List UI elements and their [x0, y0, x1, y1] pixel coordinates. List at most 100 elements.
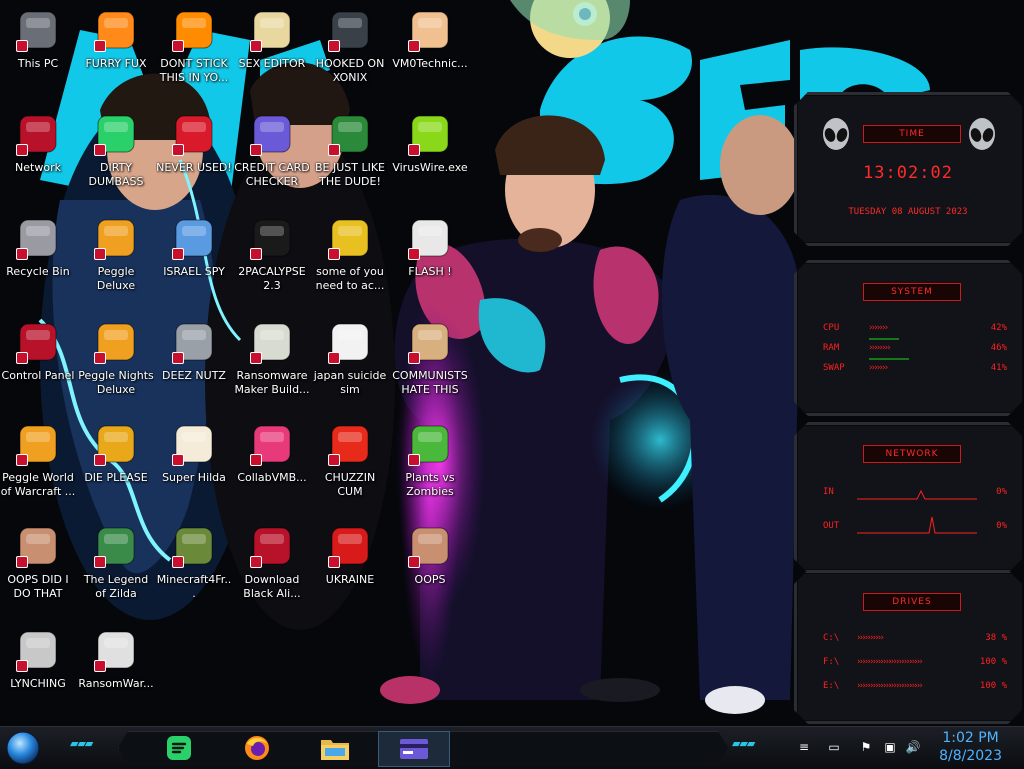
desktop-icon[interactable]: BE JUST LIKE THE DUDE! — [312, 110, 388, 189]
desktop-icon[interactable]: DIE PLEASE — [78, 420, 154, 485]
desktop-icon-label: Minecraft4Fr... — [156, 573, 232, 600]
desktop-icon[interactable]: UKRAINE — [312, 522, 388, 587]
desktop-icon[interactable]: DONT STICK THIS IN YO... — [156, 6, 232, 85]
shortcut-badge-icon — [250, 556, 262, 568]
desktop-icon[interactable]: japan suicide sim — [312, 318, 388, 397]
net-out-label: OUT — [823, 521, 840, 531]
desktop-icon[interactable]: FLASH ! — [392, 214, 468, 279]
shortcut-badge-icon — [408, 352, 420, 364]
desktop-icon-label: This PC — [17, 57, 59, 70]
desktop-icon[interactable]: 2PACALYPSE 2.3 — [234, 214, 310, 293]
shortcut-badge-icon — [250, 144, 262, 156]
desktop-icon[interactable]: Super Hilda — [156, 420, 232, 485]
die-icon — [92, 420, 140, 468]
shortcut-badge-icon — [16, 144, 28, 156]
desktop-icon[interactable]: The Legend of Zilda — [78, 522, 154, 601]
rope-icon — [14, 626, 62, 674]
desktop-icon[interactable]: VirusWire.exe — [392, 110, 468, 175]
desktop-icon-label: UKRAINE — [325, 573, 375, 586]
shortcut-badge-icon — [94, 660, 106, 672]
shortcut-badge-icon — [250, 248, 262, 260]
shortcut-badge-icon — [172, 40, 184, 52]
desktop-icon[interactable]: FURRY FUX — [78, 6, 154, 71]
tray-show-hidden-icons[interactable]: ≡ — [796, 740, 812, 756]
desktop-icon[interactable]: NEVER USED! — [156, 110, 232, 175]
desktop-icon[interactable]: CollabVMB... — [234, 420, 310, 485]
santa-icon — [326, 110, 374, 158]
shortcut-badge-icon — [172, 556, 184, 568]
network-title: NETWORK — [863, 445, 961, 463]
desktop-icon[interactable]: COMMUNISTS HATE THIS G... — [392, 318, 468, 397]
desktop-icon[interactable]: LYNCHING — [0, 626, 76, 691]
desktop-icon-label: Network — [15, 161, 61, 174]
desktop-icon-label: Peggle Nights Deluxe — [78, 369, 154, 396]
tray-keyboard-icon[interactable]: ▭ — [826, 740, 842, 756]
desktop-icon[interactable]: SEX EDITOR — [234, 6, 310, 71]
desktop-icon[interactable]: OOPS — [392, 522, 468, 587]
spy-icon — [170, 214, 218, 262]
desktop-icon[interactable]: Download Black Ali... — [234, 522, 310, 601]
desktop-icon-label: Recycle Bin — [6, 265, 70, 278]
desktop-icon[interactable]: This PC — [0, 6, 76, 71]
desktop-icon[interactable]: HOOKED ON XONIX — [312, 6, 388, 85]
desktop-icon[interactable]: Recycle Bin — [0, 214, 76, 279]
desktop-icon[interactable]: OOPS DID I DO THAT — [0, 522, 76, 601]
chuzzle-icon — [326, 420, 374, 468]
tray-flag-icon[interactable]: ⚑ — [858, 740, 874, 756]
desktop-icon[interactable]: VM0Technic... — [392, 6, 468, 71]
desktop-icon-label: japan suicide sim — [313, 369, 387, 396]
credit-card-checker-taskbar-icon — [400, 739, 428, 759]
tray-network-icon[interactable]: ▣ — [882, 740, 898, 756]
taskbar-clock[interactable]: 1:02 PM 8/8/2023 — [939, 729, 1002, 765]
desktop-icon[interactable]: Minecraft4Fr... — [156, 522, 232, 601]
shortcut-badge-icon — [408, 556, 420, 568]
shortcut-badge-icon — [94, 144, 106, 156]
tray-volume-icon[interactable]: 🔊 — [905, 740, 921, 756]
taskbar-decoration-right: ▰▰▰ — [732, 737, 755, 750]
collabvm-icon — [248, 420, 296, 468]
taskbar-credit-card-checker-button[interactable] — [378, 731, 450, 767]
shortcut-badge-icon — [172, 454, 184, 466]
desktop-icon[interactable]: Peggle World of Warcraft ... — [0, 420, 76, 499]
desktop-icon[interactable]: some of you need to ac... — [312, 214, 388, 293]
system-title: SYSTEM — [863, 283, 961, 301]
time-panel: TIME 13:02:02 TUESDAY 08 AUGUST 2023 — [794, 92, 1024, 246]
desktop-icon[interactable]: CREDIT CARD CHECKER — [234, 110, 310, 189]
taskbar-file-explorer-button[interactable] — [318, 731, 352, 765]
taskbar-spotify-like-button[interactable] — [162, 731, 196, 765]
desktop-icon[interactable]: ISRAEL SPY — [156, 214, 232, 279]
desktop-icon[interactable]: Plants vs Zombies — [392, 420, 468, 499]
desktop-icon[interactable]: Ransomware Maker Build... — [234, 318, 310, 397]
drives-panel: DRIVES C:\ ›››››››››› 38 % F:\ ›››››››››››››… — [794, 570, 1024, 724]
recycle-bin-icon — [14, 214, 62, 262]
desktop-icon[interactable]: CHUZZIN CUM — [312, 420, 388, 499]
desktop-icon-label: ISRAEL SPY — [163, 265, 225, 278]
start-orb-icon — [6, 731, 40, 765]
shortcut-badge-icon — [328, 144, 340, 156]
money-bag-icon — [406, 318, 454, 366]
control-panel-icon — [14, 318, 62, 366]
desktop-icon-label: BE JUST LIKE THE DUDE! — [314, 161, 386, 188]
desktop-icon[interactable]: RansomWar... — [78, 626, 154, 691]
desktop-icon[interactable]: Control Panel — [0, 318, 76, 383]
desktop-icon[interactable]: DIRTY DUMBASS — [78, 110, 154, 189]
desktop-icon[interactable]: Peggle Nights Deluxe — [78, 318, 154, 397]
spotify-like-icon — [92, 110, 140, 158]
shortcut-badge-icon — [94, 454, 106, 466]
system-row-bar: ››››››› — [869, 323, 888, 333]
taskbar-firefox-button[interactable] — [240, 731, 274, 765]
desktop-icon-label: SEX EDITOR — [238, 57, 306, 70]
shortcut-badge-icon — [172, 248, 184, 260]
radiation-icon — [326, 522, 374, 570]
alien-network-icon — [248, 522, 296, 570]
drive-row-label: E:\ — [823, 681, 840, 691]
lime-icon — [406, 110, 454, 158]
start-button[interactable] — [6, 731, 40, 765]
pixel-art-icon — [170, 420, 218, 468]
desktop-icon[interactable]: Network — [0, 110, 76, 175]
desktop-icon[interactable]: Peggle Deluxe — [78, 214, 154, 293]
alien-head-icon — [821, 117, 851, 151]
desktop-icon-label: FLASH ! — [408, 265, 452, 278]
hex-editor-icon — [248, 6, 296, 54]
desktop-icon[interactable]: DEEZ NUTZ — [156, 318, 232, 383]
